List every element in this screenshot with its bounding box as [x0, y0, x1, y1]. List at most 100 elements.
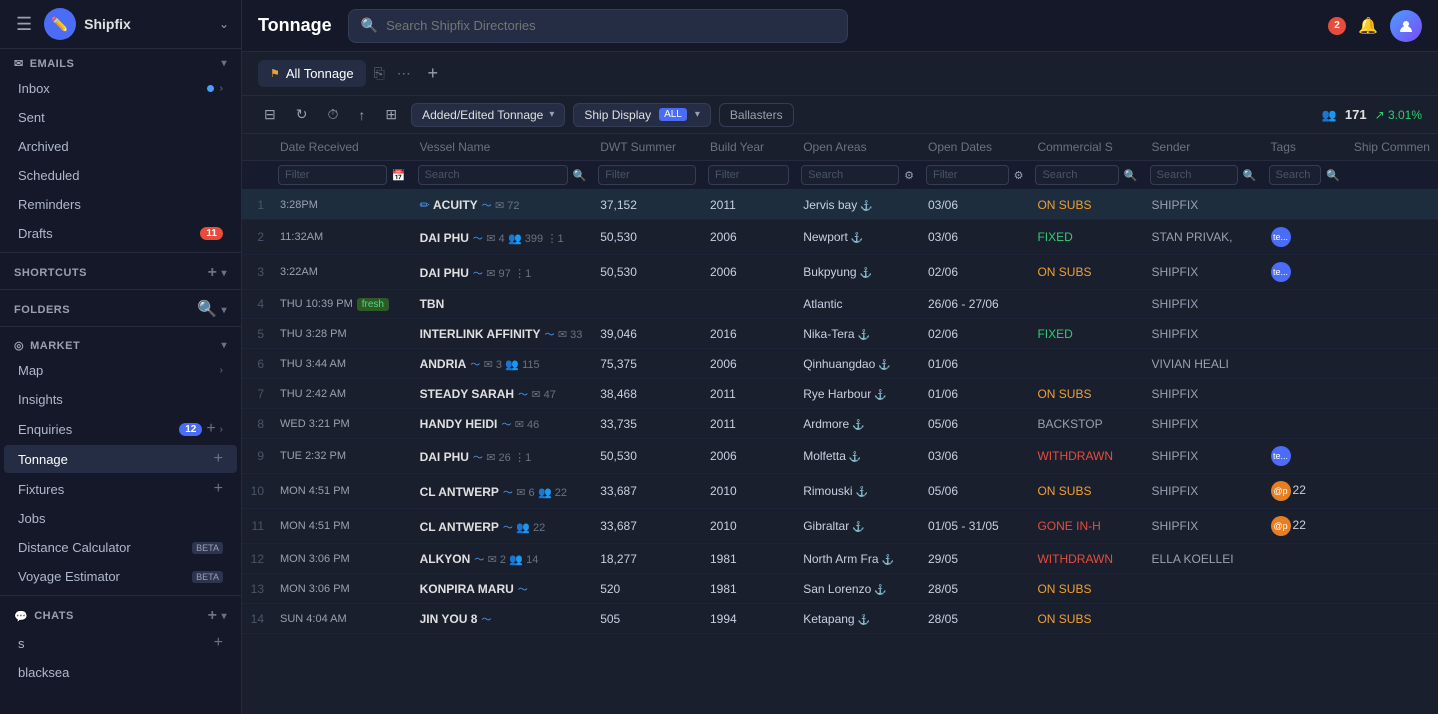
- filter-date-input[interactable]: [278, 165, 387, 185]
- tab-copy-button[interactable]: ⎘: [370, 63, 389, 84]
- table-row[interactable]: 12 MON 3:06 PM ALKYON〜 ✉ 2 👥 14 18,277 1…: [242, 544, 1438, 574]
- filter-sender-input[interactable]: [1150, 165, 1238, 185]
- search-input[interactable]: [386, 18, 835, 33]
- notification-badge[interactable]: 2: [1328, 17, 1346, 35]
- sidebar-item-scheduled[interactable]: Scheduled: [4, 162, 237, 189]
- table-row[interactable]: 14 SUN 4:04 AM JIN YOU 8〜 505 1994 Ketap…: [242, 604, 1438, 634]
- add-tab-button[interactable]: +: [419, 60, 447, 88]
- fixtures-add-icon[interactable]: +: [214, 481, 223, 497]
- tab-actions: ⎘ ⋯: [370, 63, 415, 84]
- search-bar[interactable]: 🔍: [348, 9, 848, 43]
- tag-avatar: @p: [1271, 481, 1291, 501]
- columns-button[interactable]: ⊞: [379, 102, 403, 127]
- comments-cell: [1346, 190, 1438, 220]
- refresh-button[interactable]: ↻: [290, 102, 314, 127]
- table-row[interactable]: 3 3:22AM DAI PHU〜 ✉ 97 ⋮1 50,530 2006 Bu…: [242, 255, 1438, 290]
- edit-icon[interactable]: ✏: [420, 198, 430, 212]
- sidebar-item-jobs[interactable]: Jobs: [4, 505, 237, 532]
- table-row[interactable]: 6 THU 3:44 AM ANDRIA〜 ✉ 3 👥 115 75,375 2…: [242, 349, 1438, 379]
- vessel-name: HANDY HEIDI: [420, 417, 498, 431]
- sidebar-item-insights[interactable]: Insights: [4, 386, 237, 413]
- sidebar-item-drafts[interactable]: Drafts 11: [4, 220, 237, 247]
- clock-icon: ⏱: [327, 106, 338, 123]
- table-body: 1 3:28PM ✏ ACUITY〜 ✉ 72 37,152 2011 Jerv…: [242, 190, 1438, 634]
- shortcuts-add-icon[interactable]: +: [208, 265, 218, 281]
- ship-display-dropdown[interactable]: Ship Display ALL ▾: [573, 103, 711, 127]
- filter-vessel-search-icon[interactable]: 🔍: [573, 169, 587, 182]
- status-cell: ON SUBS: [1029, 190, 1143, 220]
- filter-areas-input[interactable]: [801, 165, 899, 185]
- table-row[interactable]: 1 3:28PM ✏ ACUITY〜 ✉ 72 37,152 2011 Jerv…: [242, 190, 1438, 220]
- filter-tags-input[interactable]: [1269, 165, 1322, 185]
- enquiries-add-icon[interactable]: +: [206, 421, 215, 437]
- chat1-add-icon[interactable]: +: [214, 635, 223, 651]
- filter-areas-icon[interactable]: ⚙: [904, 169, 914, 182]
- area-cell: Ketapang⚓: [795, 604, 920, 634]
- tonnage-filter-dropdown[interactable]: Added/Edited Tonnage ▾: [411, 103, 565, 127]
- export-button[interactable]: ↑: [352, 103, 371, 127]
- ballasters-button[interactable]: Ballasters: [719, 103, 794, 127]
- comments-cell: [1346, 509, 1438, 544]
- status-cell: WITHDRAWN: [1029, 544, 1143, 574]
- bell-icon[interactable]: 🔔: [1358, 16, 1378, 36]
- sender-cell: VIVIAN HEALI: [1144, 349, 1263, 379]
- folders-search-icon[interactable]: 🔍: [197, 302, 217, 318]
- market-section-header[interactable]: ◎ Market ▾: [0, 331, 241, 356]
- sidebar-item-chat-1[interactable]: s +: [4, 629, 237, 657]
- filter-dates-calendar-icon[interactable]: ⚙: [1014, 169, 1024, 182]
- filter-date-calendar-icon[interactable]: 📅: [392, 169, 406, 182]
- table-row[interactable]: 5 THU 3:28 PM INTERLINK AFFINITY〜 ✉ 33 3…: [242, 319, 1438, 349]
- filter-commercial-input[interactable]: [1035, 165, 1118, 185]
- sidebar-item-enquiries[interactable]: Enquiries 12 + ›: [4, 415, 237, 443]
- sidebar-item-fixtures[interactable]: Fixtures +: [4, 475, 237, 503]
- divider-1: [0, 252, 241, 253]
- table-row[interactable]: 10 MON 4:51 PM CL ANTWERP〜 ✉ 6 👥 22 33,6…: [242, 474, 1438, 509]
- filter-tags-search-icon[interactable]: 🔍: [1326, 169, 1340, 182]
- dwt-cell: 33,687: [592, 474, 702, 509]
- table-row[interactable]: 11 MON 4:51 PM CL ANTWERP〜 👥 22 33,687 2…: [242, 509, 1438, 544]
- table-row[interactable]: 9 TUE 2:32 PM DAI PHU〜 ✉ 26 ⋮1 50,530 20…: [242, 439, 1438, 474]
- col-areas: Open Areas: [795, 134, 920, 161]
- table-row[interactable]: 2 11:32AM DAI PHU〜 ✉ 4 👥 399 ⋮1 50,530 2…: [242, 220, 1438, 255]
- user-avatar[interactable]: [1390, 10, 1422, 42]
- trend-badge: ↗ 3.01%: [1375, 108, 1422, 122]
- sidebar-item-voyage[interactable]: Voyage Estimator BETA: [4, 563, 237, 590]
- filter-dates-input[interactable]: [926, 165, 1009, 185]
- sidebar-item-map[interactable]: Map ›: [4, 357, 237, 384]
- sidebar-item-sent[interactable]: Sent: [4, 104, 237, 131]
- table-row[interactable]: 4 THU 10:39 PMfresh TBN Atlantic 26/06 -…: [242, 290, 1438, 319]
- filter-dwt-input[interactable]: [598, 165, 696, 185]
- table-row[interactable]: 13 MON 3:06 PM KONPIRA MARU〜 520 1981 Sa…: [242, 574, 1438, 604]
- chats-section-header[interactable]: 💬 Chats + ▾: [0, 600, 241, 628]
- shortcuts-section-header[interactable]: Shortcuts + ▾: [0, 257, 241, 285]
- hamburger-button[interactable]: ☰: [12, 10, 36, 39]
- chats-add-icon[interactable]: +: [208, 608, 218, 624]
- tonnage-add-icon[interactable]: +: [214, 451, 223, 467]
- day-label: TUE: [280, 450, 305, 462]
- clock-button[interactable]: ⏱: [321, 102, 344, 127]
- emails-section-header[interactable]: ✉ Emails ▾: [0, 49, 241, 74]
- table-row[interactable]: 8 WED 3:21 PM HANDY HEIDI〜 ✉ 46 33,735 2…: [242, 409, 1438, 439]
- filter-cell-areas: ⚙: [795, 161, 920, 190]
- sidebar-item-tonnage[interactable]: Tonnage +: [4, 445, 237, 473]
- build-cell: 2010: [702, 474, 795, 509]
- sidebar-item-inbox[interactable]: Inbox ›: [4, 75, 237, 102]
- filter-build-input[interactable]: [708, 165, 789, 185]
- enquiries-label: Enquiries: [18, 422, 72, 437]
- anchor-icon: ⚓: [851, 233, 863, 244]
- folders-section-header[interactable]: Folders 🔍 ▾: [0, 294, 241, 322]
- sidebar-item-reminders[interactable]: Reminders: [4, 191, 237, 218]
- tab-all-tonnage[interactable]: ⚑ All Tonnage: [258, 60, 366, 87]
- filter-commercial-search-icon[interactable]: 🔍: [1124, 169, 1138, 182]
- sidebar-item-distance[interactable]: Distance Calculator BETA: [4, 534, 237, 561]
- filter-button[interactable]: ⊟: [258, 102, 282, 127]
- tab-more-button[interactable]: ⋯: [393, 63, 415, 84]
- sidebar-item-chat-blacksea[interactable]: blacksea: [4, 659, 237, 686]
- table-row[interactable]: 7 THU 2:42 AM STEADY SARAH〜 ✉ 47 38,468 …: [242, 379, 1438, 409]
- filter-sender-search-icon[interactable]: 🔍: [1243, 169, 1257, 182]
- area-cell: Molfetta⚓: [795, 439, 920, 474]
- tag-count-icon: ⋮1: [514, 268, 531, 280]
- brand-chevron-icon[interactable]: ⌄: [219, 17, 229, 31]
- sidebar-item-archived[interactable]: Archived: [4, 133, 237, 160]
- filter-vessel-input[interactable]: [418, 165, 568, 185]
